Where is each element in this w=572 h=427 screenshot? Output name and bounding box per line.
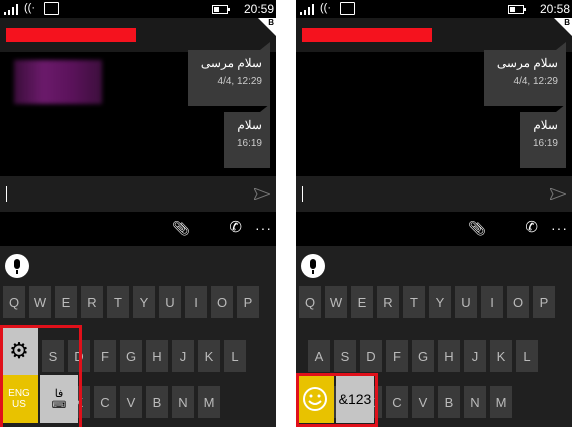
message-timestamp: 4/4, 12:29 — [217, 76, 262, 87]
key-f[interactable]: F — [386, 340, 408, 372]
key-e[interactable]: E — [55, 286, 77, 318]
notification-message-icon — [340, 2, 355, 15]
keyboard: QWERTYUIOP ASDFGHJKL ZXCVBNM &123 — [296, 246, 572, 427]
send-icon[interactable] — [254, 188, 270, 200]
key-v[interactable]: V — [412, 386, 434, 418]
key-t[interactable]: T — [107, 286, 129, 318]
key-v[interactable]: V — [120, 386, 142, 418]
key-n[interactable]: N — [464, 386, 486, 418]
message-timestamp: 4/4, 12:29 — [513, 76, 558, 87]
message-text: سلام — [237, 118, 262, 132]
chat-actions: 📎︎ ✆ ··· — [0, 214, 276, 244]
separator — [276, 0, 296, 427]
attach-icon[interactable]: 📎︎ — [172, 220, 190, 237]
key-m[interactable]: M — [490, 386, 512, 418]
chat-actions: 📎︎ ✆ ··· — [296, 214, 572, 244]
send-icon[interactable] — [550, 188, 566, 200]
highlight-box — [0, 325, 82, 427]
wifi-icon: ((· — [24, 2, 35, 14]
battery-icon — [212, 5, 230, 14]
phone-screen-right: ((· 20:58 B سلام مرسی 4/4, 12:29 سلام 16… — [296, 0, 572, 427]
key-w[interactable]: W — [29, 286, 51, 318]
key-i[interactable]: I — [185, 286, 207, 318]
key-c[interactable]: C — [94, 386, 116, 418]
key-k[interactable]: K — [490, 340, 512, 372]
status-bar: ((· 20:58 — [296, 0, 572, 18]
key-l[interactable]: L — [224, 340, 246, 372]
redacted-contact-name — [6, 28, 136, 42]
call-icon[interactable]: ✆ — [229, 218, 242, 236]
more-icon[interactable]: ··· — [551, 220, 568, 236]
message-bubble[interactable]: سلام مرسی 4/4, 12:29 — [188, 42, 270, 106]
corner-badge: B — [258, 18, 276, 36]
key-c[interactable]: C — [386, 386, 408, 418]
message-text: سلام مرسی — [200, 56, 262, 70]
message-input[interactable] — [296, 176, 572, 212]
key-y[interactable]: Y — [133, 286, 155, 318]
key-g[interactable]: G — [412, 340, 434, 372]
more-icon[interactable]: ··· — [255, 220, 272, 236]
key-n[interactable]: N — [172, 386, 194, 418]
message-bubble[interactable]: سلام 16:19 — [224, 104, 270, 168]
phone-screen-left: ((· 20:59 B سلام مرسی 4/4, 12:29 سلام 16… — [0, 0, 276, 427]
key-i[interactable]: I — [481, 286, 503, 318]
key-b[interactable]: B — [438, 386, 460, 418]
key-m[interactable]: M — [198, 386, 220, 418]
wifi-icon: ((· — [320, 2, 331, 14]
message-bubble[interactable]: سلام 16:19 — [520, 104, 566, 168]
chat-header[interactable]: B — [0, 18, 276, 52]
key-l[interactable]: L — [516, 340, 538, 372]
key-h[interactable]: H — [438, 340, 460, 372]
microphone-icon[interactable] — [301, 254, 325, 278]
key-b[interactable]: B — [146, 386, 168, 418]
key-o[interactable]: O — [507, 286, 529, 318]
status-bar: ((· 20:59 — [0, 0, 276, 18]
key-g[interactable]: G — [120, 340, 142, 372]
text-caret — [6, 186, 7, 202]
signal-icon — [300, 4, 314, 15]
key-k[interactable]: K — [198, 340, 220, 372]
message-timestamp: 16:19 — [532, 138, 558, 149]
key-p[interactable]: P — [533, 286, 555, 318]
chat-header[interactable]: B — [296, 18, 572, 52]
blurred-image — [14, 60, 102, 104]
key-q[interactable]: Q — [299, 286, 321, 318]
key-u[interactable]: U — [159, 286, 181, 318]
key-o[interactable]: O — [211, 286, 233, 318]
signal-icon — [4, 4, 18, 15]
key-r[interactable]: R — [81, 286, 103, 318]
key-j[interactable]: J — [172, 340, 194, 372]
attach-icon[interactable]: 📎︎ — [468, 220, 486, 237]
microphone-icon[interactable] — [5, 254, 29, 278]
text-caret — [302, 186, 303, 202]
message-bubble[interactable]: سلام مرسی 4/4, 12:29 — [484, 42, 566, 106]
message-timestamp: 16:19 — [236, 138, 262, 149]
key-d[interactable]: D — [360, 340, 382, 372]
redacted-contact-name — [302, 28, 432, 42]
key-t[interactable]: T — [403, 286, 425, 318]
message-text: سلام — [533, 118, 558, 132]
battery-icon — [508, 5, 526, 14]
key-a[interactable]: A — [308, 340, 330, 372]
notification-message-icon — [44, 2, 59, 15]
key-w[interactable]: W — [325, 286, 347, 318]
key-u[interactable]: U — [455, 286, 477, 318]
highlight-box — [296, 373, 378, 427]
call-icon[interactable]: ✆ — [525, 218, 538, 236]
key-e[interactable]: E — [351, 286, 373, 318]
key-s[interactable]: S — [334, 340, 356, 372]
key-y[interactable]: Y — [429, 286, 451, 318]
key-p[interactable]: P — [237, 286, 259, 318]
key-j[interactable]: J — [464, 340, 486, 372]
message-text: سلام مرسی — [496, 56, 558, 70]
key-f[interactable]: F — [94, 340, 116, 372]
keyboard: QWERTYUIOP SDFGHJKL XCVBNM ⚙ ENG US فا ⌨ — [0, 246, 276, 427]
clock: 20:58 — [539, 2, 570, 16]
clock: 20:59 — [243, 2, 274, 16]
key-h[interactable]: H — [146, 340, 168, 372]
key-q[interactable]: Q — [3, 286, 25, 318]
key-r[interactable]: R — [377, 286, 399, 318]
corner-badge: B — [554, 18, 572, 36]
message-input[interactable] — [0, 176, 276, 212]
